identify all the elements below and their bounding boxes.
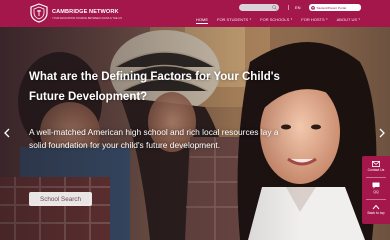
hero-headline: What are the Defining Factors for Your C… — [29, 71, 280, 103]
chevron-right-icon — [379, 128, 385, 138]
portal-button-label: Student/Parent Portal — [316, 5, 347, 10]
chevron-down-icon: ▾ — [290, 17, 293, 21]
chat-label: QQ — [373, 190, 379, 194]
shield-crest-icon[interactable] — [29, 3, 49, 23]
search-box[interactable] — [239, 4, 279, 20]
nav-about-us-label: ABOUT US — [336, 16, 358, 22]
chevron-down-icon: ▾ — [358, 17, 361, 21]
language-switch[interactable]: EN — [295, 5, 301, 10]
nav-for-students[interactable]: FOR STUDENTS ▾ — [217, 17, 251, 22]
header-divider — [288, 5, 289, 10]
search-icon[interactable] — [272, 5, 277, 10]
widget-divider — [366, 199, 386, 200]
chat-icon — [372, 182, 380, 189]
nav-about-us[interactable]: ABOUT US ▾ — [337, 17, 360, 22]
back-to-top-label: Back to top — [367, 211, 385, 215]
back-to-top-button[interactable]: Back to top — [362, 204, 390, 215]
nav-for-hosts[interactable]: FOR HOSTS ▾ — [301, 17, 327, 22]
nav-for-students-label: FOR STUDENTS — [217, 16, 249, 22]
chevron-down-icon: ▾ — [326, 17, 328, 21]
arrow-up-icon — [372, 204, 380, 210]
nav-for-schools[interactable]: FOR SCHOOLS ▾ — [260, 17, 292, 22]
floating-contact-widget: Contact Us QQ Back to top — [362, 156, 390, 224]
brand-tagline: YOUR EDUCATION SOURCE BETWEEN CHINA & TH… — [52, 17, 122, 20]
nav-for-schools-label: FOR SCHOOLS — [260, 16, 290, 22]
nav-home[interactable]: HOME — [196, 16, 208, 24]
contact-us-label: Contact Us — [367, 168, 385, 172]
widget-divider — [366, 177, 386, 178]
chevron-down-icon: ▾ — [249, 17, 252, 21]
brand-title[interactable]: CAMBRIDGE NETWORK — [52, 9, 119, 15]
nav-for-hosts-label: FOR HOSTS — [301, 16, 325, 22]
portal-button[interactable]: Student/Parent Portal — [309, 4, 361, 11]
chevron-left-icon — [4, 128, 10, 138]
mail-icon — [372, 161, 380, 167]
nav-home-label: HOME — [196, 16, 208, 22]
contact-us-button[interactable]: Contact Us — [362, 161, 390, 172]
hero-subtext: A well-matched American high school and … — [29, 127, 279, 150]
carousel-prev-button[interactable] — [3, 127, 11, 139]
hero-banner: What are the Defining Factors for Your C… — [0, 27, 390, 240]
user-icon — [311, 5, 315, 10]
school-search-button[interactable]: School Search — [29, 192, 92, 206]
carousel-next-button[interactable] — [378, 127, 386, 139]
site-header: CAMBRIDGE NETWORK YOUR EDUCATION SOURCE … — [0, 0, 390, 27]
main-nav: HOME FOR STUDENTS ▾ FOR SCHOOLS ▾ FOR HO… — [196, 15, 369, 24]
chat-button[interactable]: QQ — [362, 182, 390, 194]
